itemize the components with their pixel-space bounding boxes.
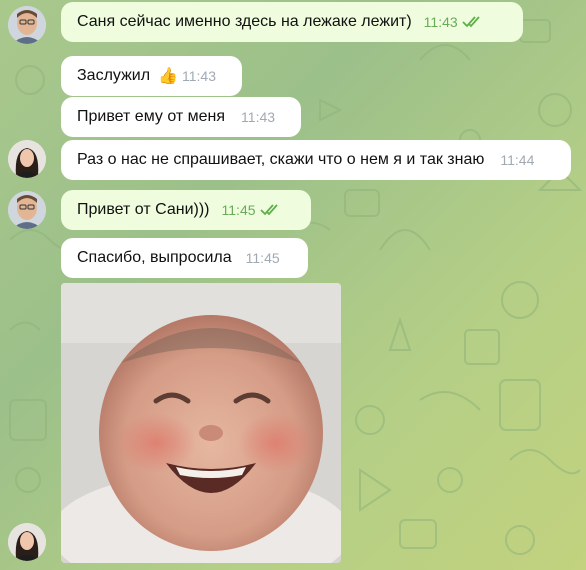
message-bubble[interactable]: Заслужил 👍 11:43 <box>61 56 242 96</box>
message-text: Раз о нас не спрашивает, скажи что о нем… <box>77 151 485 168</box>
message-text: Спасибо, выпросила <box>77 249 232 266</box>
message-bubble[interactable]: Спасибо, выпросила 11:45 <box>61 238 308 278</box>
message-text: Привет от Сани))) <box>77 201 210 218</box>
message-bubble[interactable]: Привет ему от меня 11:43 <box>61 97 301 137</box>
message-meta: 11:45 <box>222 202 280 218</box>
message-text: Саня сейчас именно здесь на лежаке лежит… <box>77 13 412 30</box>
message-text: Привет ему от меня <box>77 108 226 125</box>
avatar-woman[interactable] <box>8 140 46 178</box>
message-meta: 11:43 <box>182 68 216 84</box>
avatar-sanya[interactable] <box>8 6 46 44</box>
message-meta: 11:44 <box>500 152 534 168</box>
message-time: 11:43 <box>181 68 216 84</box>
avatar-man-image <box>8 191 46 229</box>
message-time: 11:44 <box>500 152 535 168</box>
message-meta: 11:45 <box>246 250 280 266</box>
thumbs-up-icon[interactable]: 👍 <box>158 66 178 86</box>
message-bubble[interactable]: Саня сейчас именно здесь на лежаке лежит… <box>61 2 523 42</box>
message-text: Заслужил <box>77 67 151 84</box>
message-meta: 11:43 <box>241 109 275 125</box>
message-time: 11:45 <box>221 202 256 218</box>
double-check-icon <box>462 16 480 28</box>
message-bubble[interactable]: Привет от Сани))) 11:45 <box>61 190 311 230</box>
message-time: 11:43 <box>241 109 276 125</box>
message-meta: 11:43 <box>424 14 482 30</box>
baby-photo-image <box>61 283 341 563</box>
avatar-woman-2[interactable] <box>8 523 46 561</box>
message-time: 11:43 <box>423 14 458 30</box>
media-photo[interactable] <box>61 283 341 563</box>
avatar-woman-image <box>8 140 46 178</box>
message-time: 11:45 <box>245 250 280 266</box>
message-bubble[interactable]: Раз о нас не спрашивает, скажи что о нем… <box>61 140 571 180</box>
avatar-man-image <box>8 6 46 44</box>
avatar-woman-image <box>8 523 46 561</box>
avatar-sanya-2[interactable] <box>8 191 46 229</box>
double-check-icon <box>259 204 278 216</box>
